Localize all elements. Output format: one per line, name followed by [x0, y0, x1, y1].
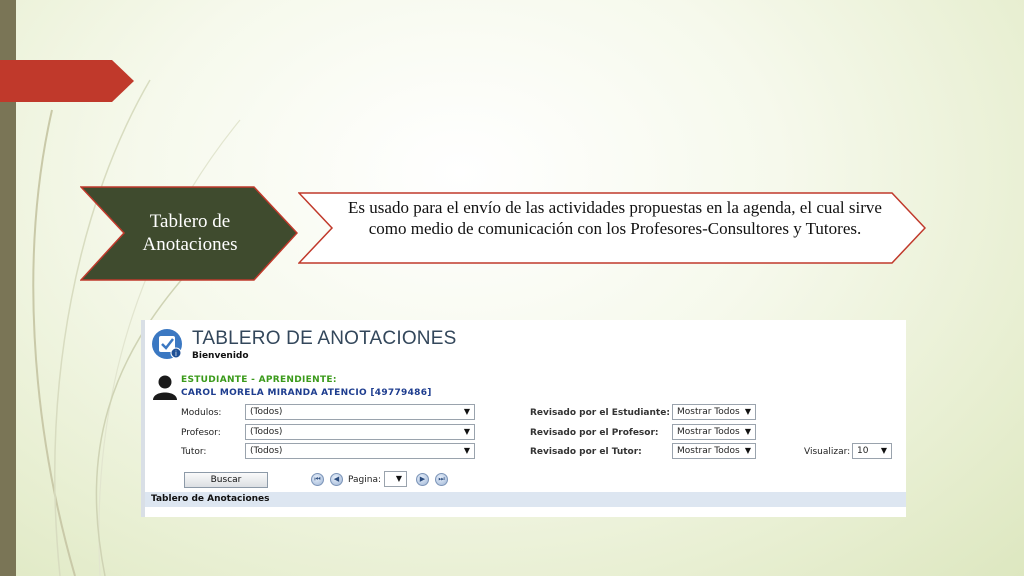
revisado-profesor-value: Mostrar Todos [677, 427, 740, 437]
previous-page-icon[interactable]: ◀ [330, 473, 343, 486]
revisado-estudiante-label: Revisado por el Estudiante: [530, 408, 670, 418]
dropdown-arrow-icon: ▼ [395, 474, 402, 483]
visualizar-select[interactable]: 10 ▼ [852, 443, 892, 459]
panel-edge [141, 320, 145, 517]
revisado-estudiante-select[interactable]: Mostrar Todos ▼ [672, 404, 756, 420]
user-avatar-icon [153, 375, 177, 400]
dropdown-arrow-icon: ▼ [744, 446, 751, 455]
notes-board-icon: i [152, 329, 182, 359]
pagina-label: Pagina: [348, 475, 382, 485]
slide-title: Tablero de Anotaciones [142, 211, 238, 255]
app-screenshot-panel: i TABLERO DE ANOTACIONES Bienvenido ESTU… [141, 320, 906, 517]
slide-description: Es usado para el envío de las actividade… [348, 198, 882, 238]
revisado-tutor-select[interactable]: Mostrar Todos ▼ [672, 443, 756, 459]
dropdown-arrow-icon: ▼ [880, 446, 887, 455]
dropdown-arrow-icon: ▼ [463, 407, 470, 416]
visualizar-label: Visualizar: [804, 447, 851, 457]
dropdown-arrow-icon: ▼ [463, 427, 470, 436]
buscar-button[interactable]: Buscar [184, 472, 268, 488]
profesor-select[interactable]: (Todos) ▼ [245, 424, 475, 440]
tutor-select[interactable]: (Todos) ▼ [245, 443, 475, 459]
user-role: ESTUDIANTE - APRENDIENTE: [181, 375, 337, 385]
app-title: TABLERO DE ANOTACIONES [192, 328, 457, 349]
revisado-tutor-value: Mostrar Todos [677, 446, 740, 456]
page-select[interactable]: ▼ [384, 471, 407, 487]
profesor-label: Profesor: [181, 428, 221, 438]
welcome-text: Bienvenido [192, 351, 249, 361]
modulos-select-value: (Todos) [250, 407, 283, 417]
last-page-icon[interactable]: ⏭ [435, 473, 448, 486]
dropdown-arrow-icon: ▼ [744, 407, 751, 416]
profesor-select-value: (Todos) [250, 427, 283, 437]
tutor-select-value: (Todos) [250, 446, 283, 456]
visualizar-value: 10 [857, 446, 869, 456]
first-page-icon[interactable]: ⏮ [311, 473, 324, 486]
modulos-select[interactable]: (Todos) ▼ [245, 404, 475, 420]
section-header: Tablero de Anotaciones [151, 494, 270, 504]
dropdown-arrow-icon: ▼ [463, 446, 470, 455]
modulos-label: Modulos: [181, 408, 222, 418]
next-page-icon[interactable]: ▶ [416, 473, 429, 486]
revisado-profesor-select[interactable]: Mostrar Todos ▼ [672, 424, 756, 440]
tutor-label: Tutor: [181, 447, 207, 457]
user-name: CAROL MORELA MIRANDA ATENCIO [49779486] [181, 388, 432, 398]
svg-text:i: i [175, 350, 177, 358]
red-arrow-shape [0, 60, 134, 102]
dropdown-arrow-icon: ▼ [744, 427, 751, 436]
revisado-profesor-label: Revisado por el Profesor: [530, 428, 659, 438]
revisado-estudiante-value: Mostrar Todos [677, 407, 740, 417]
revisado-tutor-label: Revisado por el Tutor: [530, 447, 642, 457]
